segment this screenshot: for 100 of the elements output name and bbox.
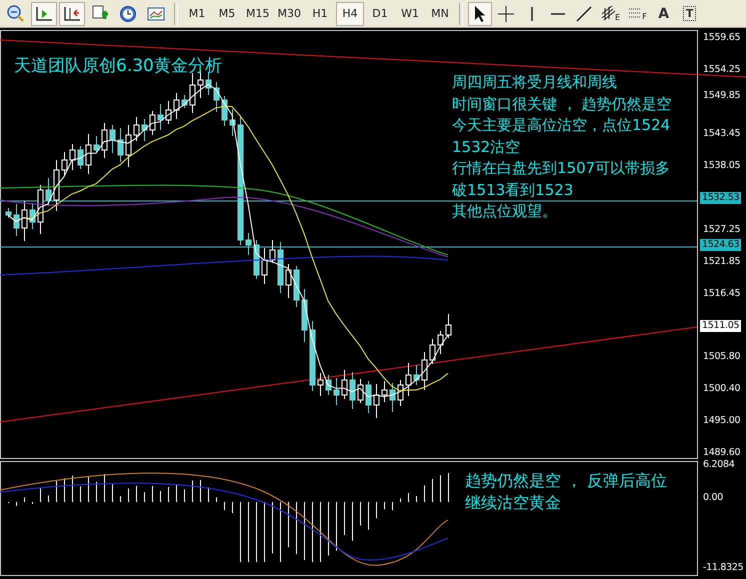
price-label: 1524.63 <box>700 239 742 251</box>
timeframe-button[interactable]: W1 <box>396 2 424 26</box>
candle <box>46 178 52 206</box>
candle <box>414 364 420 386</box>
chart-title: 天道团队原创6.30黄金分析 <box>14 55 222 77</box>
candle <box>142 118 148 142</box>
price-label: 1543.45 <box>702 128 742 140</box>
candle <box>190 72 196 114</box>
textlabel-tool-button[interactable]: T <box>678 2 702 26</box>
candle <box>70 144 76 170</box>
candle <box>278 242 284 294</box>
candle <box>86 134 92 174</box>
candle <box>94 136 100 154</box>
indicator-scale-label: 6.2084 <box>702 459 736 471</box>
price-label: 1489.60 <box>702 447 742 459</box>
timeframe-button[interactable]: M30 <box>274 2 304 26</box>
candle <box>350 372 356 410</box>
candle <box>398 380 404 406</box>
zoom-out-icon <box>6 4 26 22</box>
timeframe-button[interactable]: M1 <box>183 2 211 26</box>
cursor-icon <box>473 4 487 22</box>
candle <box>30 202 36 230</box>
candle <box>126 124 132 168</box>
candle <box>246 232 252 256</box>
candle <box>78 146 84 170</box>
candle <box>262 248 268 284</box>
annotation-text: 趋势仍然是空 ， 反弹后高位 <box>465 470 668 492</box>
annotation-text: 周四周五将受月线和周线 <box>452 72 618 93</box>
price-label: 1559.65 <box>702 32 742 44</box>
candle <box>358 378 364 404</box>
candle <box>422 352 428 390</box>
candle <box>134 116 140 142</box>
price-label: 1532.53 <box>700 192 742 204</box>
candle <box>438 330 444 354</box>
timeframe-button[interactable]: MN <box>426 2 454 26</box>
timeframe-button[interactable]: D1 <box>366 2 394 26</box>
candle <box>174 92 180 120</box>
price-label: 1505.80 <box>702 351 742 363</box>
candle <box>334 378 340 406</box>
chart-scroll-icon <box>62 4 82 22</box>
candle <box>270 240 276 264</box>
line-chart-icon <box>146 4 166 22</box>
candle <box>14 204 20 236</box>
grid-tool-button[interactable]: F <box>625 2 650 26</box>
candle <box>110 124 116 154</box>
indicator-scale-label: 0.00 <box>702 492 724 504</box>
candle <box>430 338 436 364</box>
timeframe-button[interactable]: M15 <box>243 2 272 26</box>
candle <box>38 184 44 234</box>
indicator-scale-label: -11.8325 <box>702 562 744 574</box>
timeframe-button[interactable]: H1 <box>306 2 334 26</box>
candle <box>446 314 452 338</box>
candle <box>254 240 260 280</box>
annotation-text: 行情在白盘先到1507可以带损多 <box>452 158 672 179</box>
candle <box>374 384 380 418</box>
candle <box>406 362 412 396</box>
candle <box>294 266 300 308</box>
candle <box>318 372 324 396</box>
price-label: 1500.40 <box>702 383 742 395</box>
timeframe-button[interactable]: H4 <box>336 2 364 26</box>
candle <box>102 122 108 158</box>
candle <box>302 288 308 342</box>
candle <box>182 94 188 108</box>
auto-scroll-button[interactable] <box>59 2 85 26</box>
timeframe-button[interactable]: M5 <box>213 2 241 26</box>
price-label: 1495.00 <box>702 415 742 427</box>
candle <box>150 110 156 136</box>
price-label: 1516.45 <box>702 288 742 300</box>
crosshair-icon <box>497 4 515 22</box>
candle <box>286 264 292 298</box>
vertical-line-icon <box>531 6 533 20</box>
candle <box>158 104 164 130</box>
price-label: 1538.05 <box>702 160 742 172</box>
candle <box>166 100 172 124</box>
channel-tool-button[interactable]: E <box>598 2 624 26</box>
price-label: 1527.25 <box>702 224 742 236</box>
annotation-text: 其他点位观望。 <box>452 201 558 222</box>
price-label: 1549.85 <box>702 90 742 102</box>
annotation-text: 今天主要是高位沽空，点位1524 <box>452 115 672 136</box>
annotation-text: 继续沽空黄金 <box>465 492 562 514</box>
candle <box>310 320 316 392</box>
price-label: 1521.85 <box>702 256 742 268</box>
annotation-text: 1532沽空 <box>452 136 522 158</box>
chart-shift-button[interactable] <box>31 2 57 26</box>
channel-icon <box>601 6 615 22</box>
candle <box>326 374 332 396</box>
diagonal-line-icon <box>575 4 593 22</box>
candle <box>54 160 60 212</box>
annotation-text: 破1513看到1523 <box>452 180 574 200</box>
price-label: 1511.05 <box>700 320 742 332</box>
text-tool-button[interactable]: A <box>652 2 676 26</box>
horizontal-line-icon <box>551 12 565 14</box>
candle <box>118 128 124 162</box>
cursor-tool-button[interactable] <box>468 2 492 26</box>
candle <box>222 96 228 126</box>
candle <box>230 108 236 136</box>
candle <box>22 200 28 242</box>
candle <box>366 380 372 414</box>
dotted-lines-icon <box>628 6 642 20</box>
candle <box>390 382 396 412</box>
